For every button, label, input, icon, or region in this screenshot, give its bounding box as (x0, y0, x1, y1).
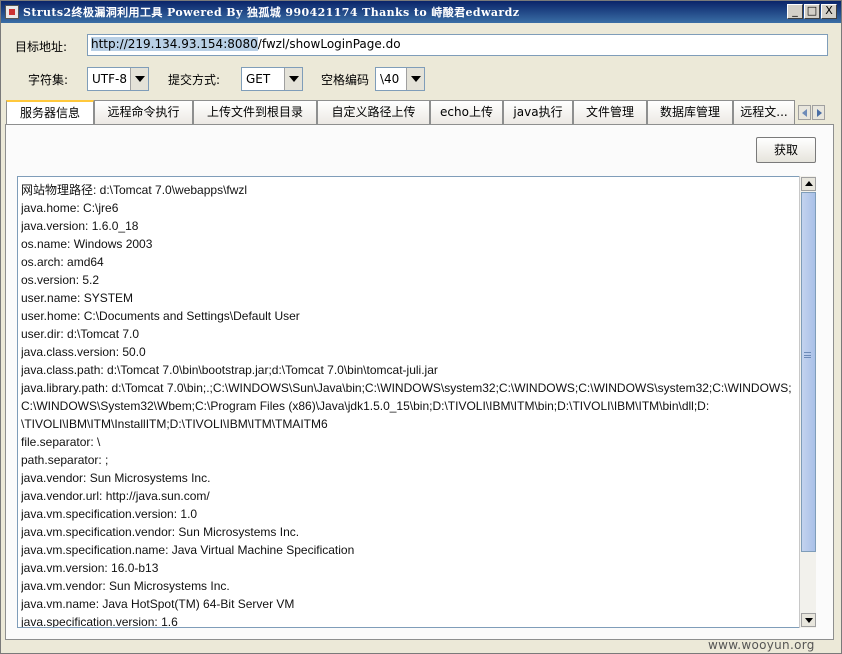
url-label: 目标地址: (15, 40, 68, 54)
output-line: os.arch: amd64 (21, 255, 104, 269)
output-lines: 网站物理路径: d:\Tomcat 7.0\webapps\fwzl java.h… (21, 181, 796, 628)
close-button[interactable]: X (821, 4, 837, 19)
url-selected-part: http://219.134.93.154:8080 (91, 37, 258, 51)
tab-remote-file[interactable]: 远程文... (733, 100, 795, 124)
output-line: java.vm.specification.name: Java Virtual… (21, 543, 355, 557)
tab-scroll-left-icon[interactable] (798, 105, 811, 120)
tab-echo-upload[interactable]: echo上传 (430, 100, 503, 124)
output-line: user.home: C:\Documents and Settings\Def… (21, 309, 300, 323)
tab-server-info[interactable]: 服务器信息 (6, 100, 94, 125)
java-app-icon (5, 5, 19, 19)
output-line: java.vm.name: Java HotSpot(TM) 64-Bit Se… (21, 597, 295, 611)
output-line: java.vendor.url: http://java.sun.com/ (21, 489, 210, 503)
chevron-down-icon[interactable] (284, 68, 302, 90)
target-url-input[interactable]: http://219.134.93.154:8080/fwzl/showLogi… (87, 34, 828, 56)
title-bar[interactable]: Struts2终极漏洞利用工具 Powered By 独孤城 990421174… (1, 1, 841, 23)
scroll-up-icon[interactable] (801, 177, 816, 191)
output-line: user.name: SYSTEM (21, 291, 134, 305)
output-line: os.name: Windows 2003 (21, 237, 153, 251)
output-line: java.library.path: d:\Tomcat 7.0\bin;.;C… (21, 381, 792, 395)
output-line: path.separator: ; (21, 453, 109, 467)
output-line: java.home: C:\jre6 (21, 201, 119, 215)
output-line: java.vendor: Sun Microsystems Inc. (21, 471, 211, 485)
output-line: file.separator: \ (21, 435, 101, 449)
method-label: 提交方式: (168, 73, 221, 87)
output-line: user.dir: d:\Tomcat 7.0 (21, 327, 140, 341)
method-value: GET (246, 72, 271, 86)
watermark: www.wooyun.org (708, 638, 815, 652)
fetch-button[interactable]: 获取 (756, 137, 816, 163)
output-line: java.vm.specification.version: 1.0 (21, 507, 198, 521)
chevron-down-icon[interactable] (130, 68, 148, 90)
charset-select[interactable]: UTF-8 (87, 67, 149, 91)
app-window: Struts2终极漏洞利用工具 Powered By 独孤城 990421174… (0, 0, 842, 654)
tab-file-manager[interactable]: 文件管理 (573, 100, 647, 124)
output-line: java.class.path: d:\Tomcat 7.0\bin\boots… (21, 363, 438, 377)
output-line: \TIVOLI\IBM\ITM\InstallITM;D:\TIVOLI\IBM… (21, 417, 328, 431)
space-encoding-label: 空格编码 (321, 73, 370, 87)
output-line: os.version: 5.2 (21, 273, 100, 287)
chevron-down-icon[interactable] (406, 68, 424, 90)
space-encoding-select[interactable]: \40 (375, 67, 425, 91)
tab-custom-path-upload[interactable]: 自定义路径上传 (317, 100, 430, 124)
maximize-button[interactable]: □ (804, 4, 820, 19)
tab-scroll-right-icon[interactable] (812, 105, 825, 120)
minimize-button[interactable]: _ (787, 4, 803, 19)
scroll-thumb[interactable] (801, 192, 816, 552)
output-line: java.vm.version: 16.0-b13 (21, 561, 159, 575)
output-line: C:\WINDOWS\System32\Wbem;C:\Program File… (21, 399, 710, 413)
space-encoding-value: \40 (380, 72, 400, 86)
output-line: java.version: 1.6.0_18 (21, 219, 139, 233)
url-rest-part: /fwzl/showLoginPage.do (257, 37, 401, 51)
output-line: java.specification.version: 1.6 (21, 615, 178, 628)
output-line: java.class.version: 50.0 (21, 345, 146, 359)
tab-remote-command[interactable]: 远程命令执行 (94, 100, 193, 124)
output-line: java.vm.specification.vendor: Sun Micros… (21, 525, 300, 539)
scroll-down-icon[interactable] (801, 613, 816, 627)
output-line: java.vm.vendor: Sun Microsystems Inc. (21, 579, 230, 593)
vertical-scrollbar[interactable] (799, 176, 816, 628)
tab-bar: 服务器信息 远程命令执行 上传文件到根目录 自定义路径上传 echo上传 jav… (5, 100, 829, 125)
charset-value: UTF-8 (92, 72, 127, 86)
tab-upload-root[interactable]: 上传文件到根目录 (193, 100, 317, 124)
tab-database-manager[interactable]: 数据库管理 (647, 100, 733, 124)
window-title: Struts2终极漏洞利用工具 Powered By 独孤城 990421174… (23, 6, 520, 19)
charset-label: 字符集: (28, 73, 69, 87)
output-line: 网站物理路径: d:\Tomcat 7.0\webapps\fwzl (21, 183, 248, 197)
server-info-output[interactable]: 网站物理路径: d:\Tomcat 7.0\webapps\fwzl java.h… (17, 176, 816, 628)
tab-java-exec[interactable]: java执行 (503, 100, 573, 124)
scroll-grip-icon (804, 352, 811, 358)
method-select[interactable]: GET (241, 67, 303, 91)
